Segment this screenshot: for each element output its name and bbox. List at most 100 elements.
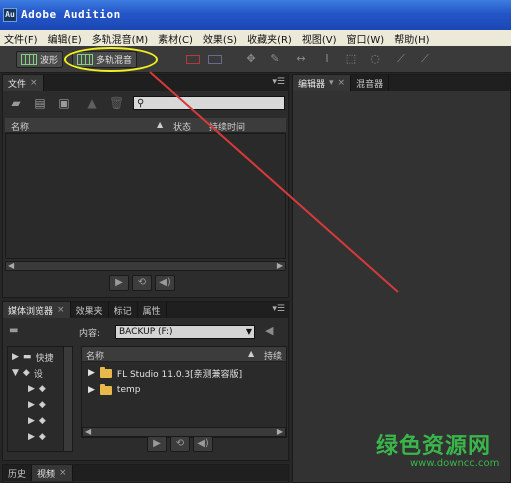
tree-item-drive[interactable]: ▶ ◆ <box>28 431 46 443</box>
tab-effects-rack[interactable]: 效果夹 <box>70 302 109 318</box>
close-icon[interactable]: × <box>30 78 38 88</box>
drive-icon[interactable]: ▬ <box>9 325 18 336</box>
tree-item-shortcuts[interactable]: ▶ ▬ 快捷 <box>12 351 53 364</box>
list-item[interactable]: ▶ temp <box>88 383 140 397</box>
new-file-icon[interactable]: ▣ <box>57 97 71 110</box>
expand-arrow-icon[interactable]: ▶ <box>28 400 35 410</box>
tab-editor[interactable]: 编辑器 ▾ × <box>293 75 352 91</box>
marquee-tool-icon[interactable]: ⬚ <box>344 53 358 65</box>
bottom-panel-tabs: 历史 视频 × <box>3 465 288 481</box>
content-location-select[interactable]: BACKUP (F:) ▼ <box>115 325 255 339</box>
scroll-left-icon[interactable]: ◀ <box>85 427 91 436</box>
tab-media-browser[interactable]: 媒体浏览器 × <box>3 302 71 318</box>
folder-icon <box>99 383 112 395</box>
list-item[interactable]: ▶ FL Studio 11.0.3[亲测兼容版] <box>88 366 242 380</box>
menu-clip[interactable]: 素材(C) <box>158 31 193 46</box>
tab-files[interactable]: 文件 × <box>3 75 44 91</box>
shortcut-icon: ▬ <box>22 352 32 362</box>
tab-editor-label: 编辑器 <box>298 79 326 90</box>
tree-item-drive[interactable]: ▶ ◆ <box>28 399 46 411</box>
play-icon[interactable]: ▶ <box>147 436 167 452</box>
audition-logo-icon: Au <box>3 8 17 22</box>
panel-menu-icon[interactable]: ▾☰ <box>272 77 285 87</box>
sort-arrow-icon[interactable]: ▲ <box>157 120 163 129</box>
menu-multitrack[interactable]: 多轨混音(M) <box>92 31 148 46</box>
auto-play-icon[interactable]: ◀) <box>193 436 213 452</box>
tab-mixer[interactable]: 混音器 <box>351 75 390 91</box>
menu-view[interactable]: 视图(V) <box>302 31 337 46</box>
move-tool-icon[interactable]: ✥ <box>244 53 258 65</box>
files-panel: 文件 × ▾☰ ▰ ▤ ▣ ▲ 🗑 ⚲ 名称 ▲ 状态 持续时间 ◀ ▶ ▶ ⟲… <box>2 74 289 298</box>
column-name[interactable]: 名称 <box>11 120 29 133</box>
open-file-icon[interactable]: ▰ <box>9 97 23 110</box>
tab-mixer-label: 混音器 <box>356 79 384 90</box>
panel-menu-icon[interactable]: ▾☰ <box>272 304 285 314</box>
editor-panel-tabs: 编辑器 ▾ × 混音器 <box>293 75 510 91</box>
lasso-tool-icon[interactable]: ◌ <box>368 53 382 65</box>
multitrack-view-button[interactable]: 多轨混音 <box>72 51 138 68</box>
tab-video[interactable]: 视频 × <box>32 465 73 481</box>
media-tree: ▶ ▬ 快捷 ▼ ◆ 设 ▶ ◆ ▶ ◆ ▶ ◆ ▶ ◆ <box>7 346 73 452</box>
scroll-left-icon[interactable]: ◀ <box>8 261 14 270</box>
multitrack-icon <box>77 54 93 65</box>
healing-brush-icon[interactable]: ⟋ <box>418 53 432 65</box>
files-horizontal-scrollbar[interactable]: ◀ ▶ <box>5 261 286 271</box>
files-transport: ▶ ⟲ ◀) <box>109 275 175 291</box>
close-icon[interactable]: × <box>57 305 65 315</box>
menu-effects[interactable]: 效果(S) <box>203 31 237 46</box>
close-icon[interactable]: × <box>338 78 346 88</box>
spectral-pitch-icon[interactable] <box>208 55 222 64</box>
razor-tool-icon[interactable]: ✎ <box>268 53 282 65</box>
expand-arrow-icon[interactable]: ▶ <box>12 352 19 362</box>
tab-markers[interactable]: 标记 <box>108 302 138 318</box>
spectral-frequency-icon[interactable] <box>186 55 200 64</box>
device-icon: ◆ <box>22 368 30 378</box>
time-selection-tool-icon[interactable]: I <box>320 53 334 65</box>
column-duration[interactable]: 持续时间 <box>209 120 245 133</box>
tree-vertical-scrollbar[interactable] <box>63 347 72 451</box>
collapse-arrow-icon[interactable]: ▼ <box>12 368 19 378</box>
folder-icon <box>99 366 112 378</box>
scroll-right-icon[interactable]: ▶ <box>277 261 283 270</box>
tab-history[interactable]: 历史 <box>3 465 33 481</box>
expand-arrow-icon[interactable]: ▶ <box>28 432 35 442</box>
close-icon[interactable]: × <box>59 468 67 478</box>
scroll-right-icon[interactable]: ▶ <box>277 427 283 436</box>
insert-into-multitrack-icon[interactable]: ▲ <box>85 97 99 110</box>
loop-icon[interactable]: ⟲ <box>132 275 152 291</box>
tab-history-label: 历史 <box>8 469 27 480</box>
menu-help[interactable]: 帮助(H) <box>394 31 429 46</box>
bottom-panel: 历史 视频 × <box>2 464 289 483</box>
import-file-icon[interactable]: ▤ <box>33 97 47 110</box>
back-arrow-icon[interactable]: ◀ <box>265 324 273 337</box>
delete-file-icon[interactable]: 🗑 <box>109 97 124 110</box>
expand-arrow-icon[interactable]: ▶ <box>28 416 35 426</box>
editor-canvas[interactable] <box>293 91 510 482</box>
files-list[interactable] <box>5 133 286 259</box>
column-duration[interactable]: 持续 <box>264 349 282 362</box>
menu-window[interactable]: 窗口(W) <box>347 31 385 46</box>
tab-files-label: 文件 <box>8 79 27 90</box>
expand-arrow-icon[interactable]: ▶ <box>88 368 95 378</box>
search-input[interactable]: ⚲ <box>133 96 285 110</box>
editor-dropdown-icon[interactable]: ▾ <box>329 78 334 88</box>
tab-media-browser-label: 媒体浏览器 <box>8 306 54 317</box>
auto-play-icon[interactable]: ◀) <box>155 275 175 291</box>
brush-tool-icon[interactable]: ⟋ <box>394 53 408 65</box>
menu-file[interactable]: 文件(F) <box>4 31 38 46</box>
menu-favorites[interactable]: 收藏夹(R) <box>247 31 292 46</box>
expand-arrow-icon[interactable]: ▶ <box>88 385 95 395</box>
loop-icon[interactable]: ⟲ <box>170 436 190 452</box>
slip-tool-icon[interactable]: ↔ <box>294 53 308 65</box>
expand-arrow-icon[interactable]: ▶ <box>28 384 35 394</box>
tab-properties[interactable]: 属性 <box>137 302 167 318</box>
waveform-view-button[interactable]: 波形 <box>16 51 64 68</box>
tree-item-drive[interactable]: ▶ ◆ <box>28 383 46 395</box>
tree-item-devices[interactable]: ▼ ◆ 设 <box>12 367 43 380</box>
tree-item-drive[interactable]: ▶ ◆ <box>28 415 46 427</box>
sort-arrow-icon[interactable]: ▲ <box>248 349 254 358</box>
play-icon[interactable]: ▶ <box>109 275 129 291</box>
menu-edit[interactable]: 编辑(E) <box>48 31 82 46</box>
column-name[interactable]: 名称 <box>86 349 104 362</box>
column-status[interactable]: 状态 <box>173 120 191 133</box>
